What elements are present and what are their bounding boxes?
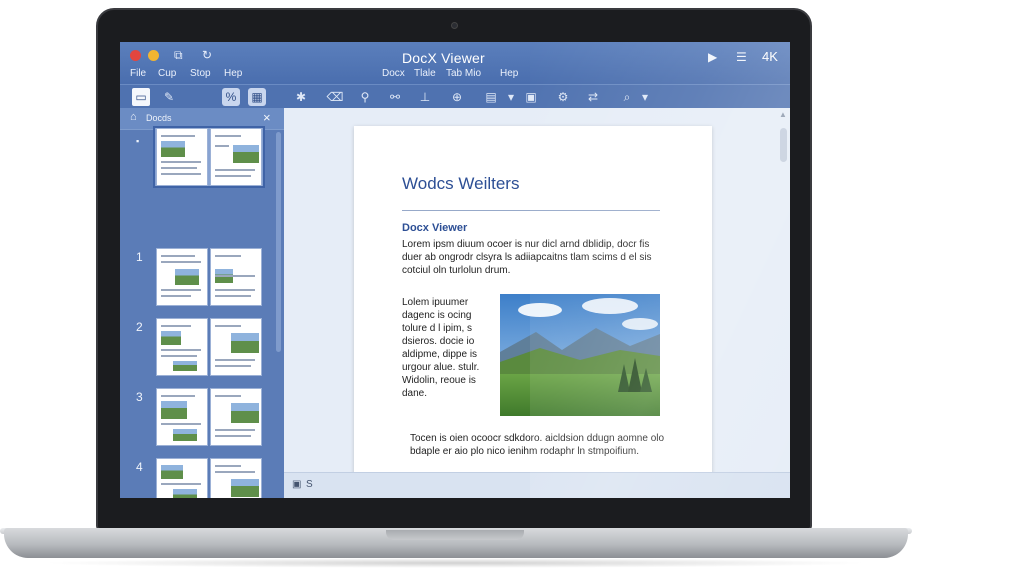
laptop-shadow <box>40 558 870 568</box>
align-icon[interactable]: ⊥ <box>416 88 434 106</box>
present-icon[interactable]: ▶ <box>708 50 717 64</box>
scroll-up-icon[interactable]: ▲ <box>779 110 787 119</box>
scrollbar-thumb[interactable] <box>780 128 787 162</box>
layout-icon[interactable]: ▦ <box>248 88 266 106</box>
page-number: 2 <box>136 320 143 334</box>
chevron-down-icon[interactable]: ▾ <box>502 88 520 106</box>
page-thumbnail[interactable] <box>210 248 262 306</box>
menu-tab-mio[interactable]: Tab Mio <box>446 68 481 79</box>
close-icon[interactable]: × <box>263 110 271 125</box>
pen-icon[interactable]: ✎ <box>160 88 178 106</box>
menu-file[interactable]: File <box>130 68 146 79</box>
thumbnail-row[interactable] <box>154 318 264 378</box>
status-text: S <box>306 479 313 490</box>
menu-table[interactable]: Tlale <box>414 68 436 79</box>
menu-help-center[interactable]: Hep <box>500 68 518 79</box>
settings-icon[interactable]: ⚙ <box>554 88 572 106</box>
document-icon: ⌂ <box>130 111 137 123</box>
new-page-icon[interactable]: ▭ <box>132 88 150 106</box>
document-canvas[interactable]: Wodcs Weilters Docx Viewer Lorem ipsm di… <box>284 108 790 498</box>
page-marker-icon: ▪ <box>136 136 140 146</box>
desktop-stage: ⧉ ↻ DocX Viewer File Cup Stop Hep Docx T… <box>0 0 1024 576</box>
page-thumbnail[interactable] <box>156 248 208 306</box>
toolbar: ▭ ✎ % ▦ ✱ ⌫ ⚲ ⚯ ⊥ ⊕ ▤ ▾ ▣ ⚙ ⇄ ⌕ ▾ <box>120 84 790 108</box>
page-number: 3 <box>136 390 143 404</box>
thumbnail-sidebar: ⌂ Docds × ▪ 1 2 3 4 <box>120 108 284 498</box>
share-icon[interactable]: ⇄ <box>584 88 602 106</box>
page-thumbnail[interactable] <box>210 318 262 376</box>
status-save-icon[interactable]: ▣ <box>292 479 301 490</box>
page-thumbnail[interactable] <box>210 128 262 186</box>
menu-cup[interactable]: Cup <box>158 68 176 79</box>
window-title: DocX Viewer <box>402 50 485 66</box>
columns-icon[interactable]: ▤ <box>482 88 500 106</box>
laptop-notch <box>386 530 524 540</box>
pages-icon[interactable]: ⧉ <box>174 48 183 63</box>
paragraph-1: Lorem ipsm diuum ocoer is nur dicl arnd … <box>402 239 652 276</box>
tools-icon[interactable]: ✱ <box>292 88 310 106</box>
sidebar-title: Docds <box>146 113 172 123</box>
status-bar: ▣ S <box>284 472 790 498</box>
eraser-icon[interactable]: ⌫ <box>326 88 344 106</box>
chevron-down-icon[interactable]: ▾ <box>636 88 654 106</box>
thumbnail-row[interactable] <box>154 128 264 188</box>
thumbnail-row[interactable] <box>154 458 264 498</box>
page-thumbnail[interactable] <box>156 388 208 446</box>
zoom-percent-icon[interactable]: % <box>222 88 240 106</box>
search-icon[interactable]: ⚲ <box>356 88 374 106</box>
paragraph-2: Lolem ipuumer dagenc is ocing tolure d l… <box>402 297 480 399</box>
sidebar-scrollbar[interactable] <box>276 132 281 352</box>
landscape-image <box>500 294 660 416</box>
page-thumbnail[interactable] <box>210 388 262 446</box>
document-subheading: Docx Viewer <box>402 222 468 234</box>
page-thumbnail[interactable] <box>156 458 208 498</box>
page-number: 1 <box>136 250 143 264</box>
heading-divider <box>402 210 660 211</box>
app-window: ⧉ ↻ DocX Viewer File Cup Stop Hep Docx T… <box>120 42 790 498</box>
paragraph-3: Tocen is oien ocoocr sdkdoro. aicldsion … <box>410 433 665 457</box>
menu-docx[interactable]: Docx <box>382 68 405 79</box>
menu-help-left[interactable]: Hep <box>224 68 242 79</box>
refresh-icon[interactable]: ↻ <box>202 48 212 62</box>
list-icon[interactable]: ☰ <box>736 50 747 64</box>
find-icon[interactable]: ⌕ <box>618 88 636 106</box>
minimize-window-button[interactable] <box>148 50 159 61</box>
resolution-badge: 4K <box>762 49 778 64</box>
thumbnail-row[interactable] <box>154 388 264 448</box>
document-page: Wodcs Weilters Docx Viewer Lorem ipsm di… <box>354 126 712 496</box>
page-thumbnail[interactable] <box>156 128 208 186</box>
image-icon[interactable]: ▣ <box>522 88 540 106</box>
page-thumbnail[interactable] <box>156 318 208 376</box>
page-number: 4 <box>136 460 143 474</box>
page-thumbnail[interactable] <box>210 458 262 498</box>
close-window-button[interactable] <box>130 50 141 61</box>
thumbnail-row[interactable] <box>154 248 264 308</box>
document-heading: Wodcs Weilters <box>402 174 520 193</box>
title-bar: ⧉ ↻ DocX Viewer File Cup Stop Hep Docx T… <box>120 42 790 84</box>
menu-stop[interactable]: Stop <box>190 68 211 79</box>
zoom-icon[interactable]: ⊕ <box>448 88 466 106</box>
link-icon[interactable]: ⚯ <box>386 88 404 106</box>
document-scrollbar[interactable]: ▲ <box>776 108 790 470</box>
laptop-camera <box>451 22 458 29</box>
